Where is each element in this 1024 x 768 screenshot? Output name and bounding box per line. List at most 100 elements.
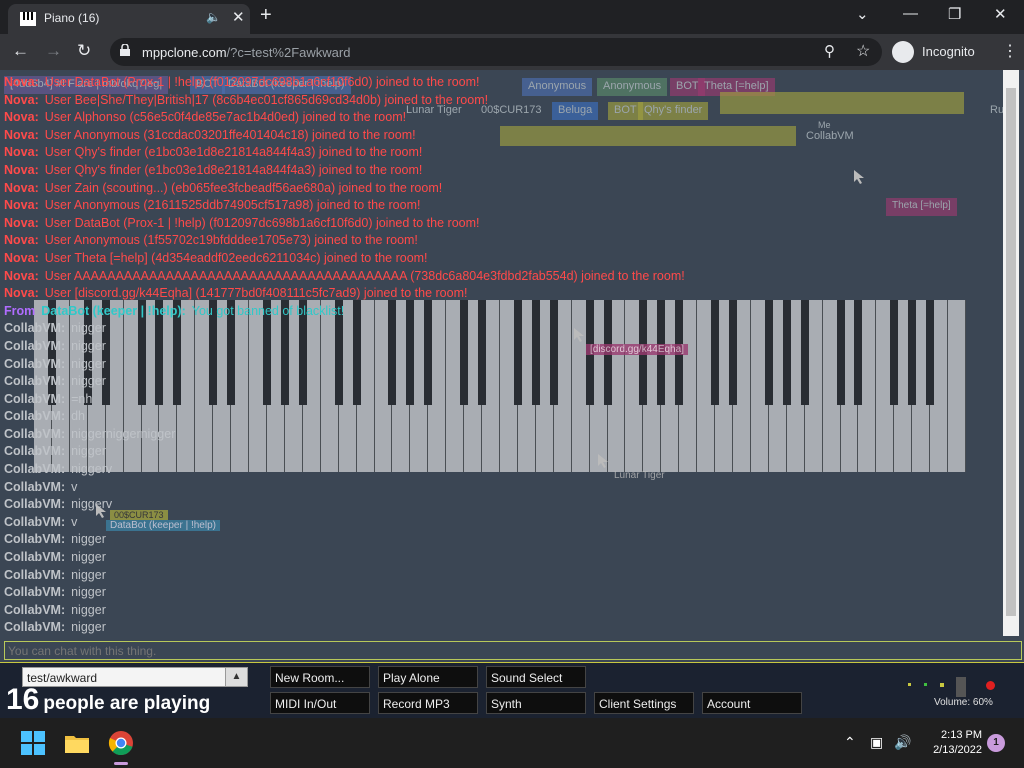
chat-message: CollabVM: nigger — [4, 549, 1004, 567]
chat-text: nigger — [71, 321, 106, 336]
record-indicator — [986, 681, 995, 690]
scrollbar-thumb[interactable] — [1006, 88, 1016, 616]
chat-author[interactable]: CollabVM: — [4, 321, 65, 335]
chat-author[interactable]: CollabVM: — [4, 462, 65, 476]
windows-start-icon[interactable] — [20, 730, 46, 756]
chat-scrollbar[interactable] — [1003, 70, 1019, 636]
play-alone-button[interactable]: Play Alone — [378, 666, 478, 688]
address-bar[interactable]: mppclone.com/?c=test%2Fawkward ⚲ ☆ — [110, 38, 882, 66]
incognito-icon — [892, 41, 914, 63]
chat-author[interactable]: CollabVM: — [4, 497, 65, 511]
speaker-icon[interactable]: 🔊 — [894, 734, 911, 751]
chat-sender-name: DataBot (keeper | !help): — [41, 303, 186, 318]
chat-text: nigger — [71, 585, 106, 600]
chat-author[interactable]: Nova: — [4, 286, 39, 300]
chrome-icon[interactable] — [108, 730, 134, 756]
chat-text: nigger — [71, 444, 106, 459]
reload-icon[interactable]: ↻ — [77, 41, 91, 61]
chat-text: User [discord.gg/k44Eqha] (141777bd0f408… — [44, 286, 468, 301]
chat-message: CollabVM: nigger — [4, 619, 1004, 637]
audio-mute-icon[interactable]: 🔈 — [206, 10, 221, 24]
minimize-icon[interactable]: — — [903, 5, 918, 22]
chat-message: CollabVM: niggerv — [4, 461, 1004, 479]
synth-button[interactable]: Synth — [486, 692, 586, 714]
chat-message: CollabVM: =nh — [4, 391, 1004, 409]
chat-author[interactable]: CollabVM: — [4, 585, 65, 599]
close-icon[interactable]: ✕ — [232, 8, 245, 26]
chat-input[interactable] — [4, 641, 1022, 660]
record-mp3-button[interactable]: Record MP3 — [378, 692, 478, 714]
client-settings-button[interactable]: Client Settings — [594, 692, 694, 714]
more-icon[interactable]: ⋮ — [1002, 41, 1018, 61]
chat-author[interactable]: CollabVM: — [4, 550, 65, 564]
chat-author[interactable]: CollabVM: — [4, 620, 65, 634]
chat-author[interactable]: CollabVM: — [4, 409, 65, 423]
chat-text: nigger — [71, 338, 106, 353]
clock[interactable]: 2:13 PM 2/13/2022 — [920, 728, 982, 758]
window-close-icon[interactable]: ✕ — [994, 5, 1007, 23]
volume-knob[interactable] — [956, 677, 966, 697]
chat-author[interactable]: CollabVM: — [4, 480, 65, 494]
chat-author[interactable]: Nova: — [4, 233, 39, 247]
chat-message: Nova: User AAAAAAAAAAAAAAAAAAAAAAAAAAAAAA… — [4, 268, 1004, 286]
chat-author[interactable]: CollabVM: — [4, 339, 65, 353]
chat-author[interactable]: CollabVM: — [4, 568, 65, 582]
chat-text: User Anonymous (21611525ddb74905cf517a98… — [44, 198, 421, 213]
notification-badge[interactable]: 1 — [987, 734, 1005, 752]
chat-text: User Zain (scouting...) (eb065fee3fcbead… — [44, 180, 443, 195]
forward-icon[interactable]: → — [45, 41, 62, 61]
player-count-number: 16 — [6, 683, 40, 716]
plus-icon[interactable]: + — [260, 4, 272, 27]
chat-text: nigger — [71, 602, 106, 617]
chat-author[interactable]: Nova: — [4, 269, 39, 283]
chat-text: User Anonymous (31ccdac03201ffe401404c18… — [44, 127, 416, 142]
chat-text: User DataBot (Prox-1 | !help) (f012097dc… — [44, 215, 480, 230]
back-icon[interactable]: ← — [12, 41, 29, 61]
clock-date: 2/13/2022 — [933, 744, 982, 756]
volume-control[interactable]: Volume: 60% — [904, 669, 1004, 709]
incognito-label: Incognito — [922, 44, 975, 59]
chat-author[interactable]: Nova: — [4, 251, 39, 265]
browser-tab[interactable]: Piano (16) 🔈 ✕ — [8, 4, 250, 34]
chat-author[interactable]: Nova: — [4, 75, 39, 89]
chat-author[interactable]: CollabVM: — [4, 515, 65, 529]
chat-message: CollabVM: nigger — [4, 584, 1004, 602]
chat-message: CollabVM: nigger — [4, 320, 1004, 338]
new-room-button[interactable]: New Room... — [270, 666, 370, 688]
chat-author[interactable]: Nova: — [4, 163, 39, 177]
file-explorer-icon[interactable] — [64, 730, 90, 756]
chat-author[interactable]: CollabVM: — [4, 427, 65, 441]
network-icon[interactable]: ▣ — [870, 734, 883, 751]
chat-author[interactable]: Nova: — [4, 128, 39, 142]
chat-author[interactable]: Nova: — [4, 93, 39, 107]
chevron-up-icon[interactable]: ▲ — [225, 668, 247, 686]
chat-message: CollabVM: nigger — [4, 338, 1004, 356]
chevron-down-icon[interactable]: ⌄ — [856, 5, 869, 23]
chat-message: Nova: User [discord.gg/k44Eqha] (141777bd… — [4, 285, 1004, 303]
zoom-icon[interactable]: ⚲ — [824, 42, 835, 60]
chat-author[interactable]: Nova: — [4, 110, 39, 124]
chat-text: User Qhy's finder (e1bc03e1d8e21814a844f… — [44, 162, 423, 177]
chat-author[interactable]: CollabVM: — [4, 444, 65, 458]
chat-author[interactable]: Nova: — [4, 181, 39, 195]
incognito-indicator[interactable]: Incognito — [890, 39, 980, 65]
chat-author[interactable]: CollabVM: — [4, 374, 65, 388]
chat-message: CollabVM: nigger — [4, 356, 1004, 374]
chat-author[interactable]: CollabVM: — [4, 532, 65, 546]
chat-author[interactable]: Nova: — [4, 198, 39, 212]
chat-author[interactable]: CollabVM: — [4, 357, 65, 371]
sound-select-button[interactable]: Sound Select — [486, 666, 586, 688]
chat-author[interactable]: Nova: — [4, 216, 39, 230]
chat-text: User DataBot (Prox-1 | !help) (f012097dc… — [44, 75, 480, 89]
chevron-up-icon[interactable]: ⌃ — [844, 734, 856, 751]
chat-message: From DataBot (keeper | !help): You got ban… — [4, 303, 1004, 321]
account-button[interactable]: Account — [702, 692, 802, 714]
chat-author[interactable]: Nova: — [4, 145, 39, 159]
midi-button[interactable]: MIDI In/Out — [270, 692, 370, 714]
restore-icon[interactable]: ❐ — [948, 5, 961, 23]
chat-author[interactable]: From — [4, 304, 35, 318]
tab-strip: Piano (16) 🔈 ✕ + ⌄ — ❐ ✕ — [0, 0, 1024, 34]
star-icon[interactable]: ☆ — [856, 41, 870, 61]
chat-author[interactable]: CollabVM: — [4, 392, 65, 406]
chat-author[interactable]: CollabVM: — [4, 603, 65, 617]
